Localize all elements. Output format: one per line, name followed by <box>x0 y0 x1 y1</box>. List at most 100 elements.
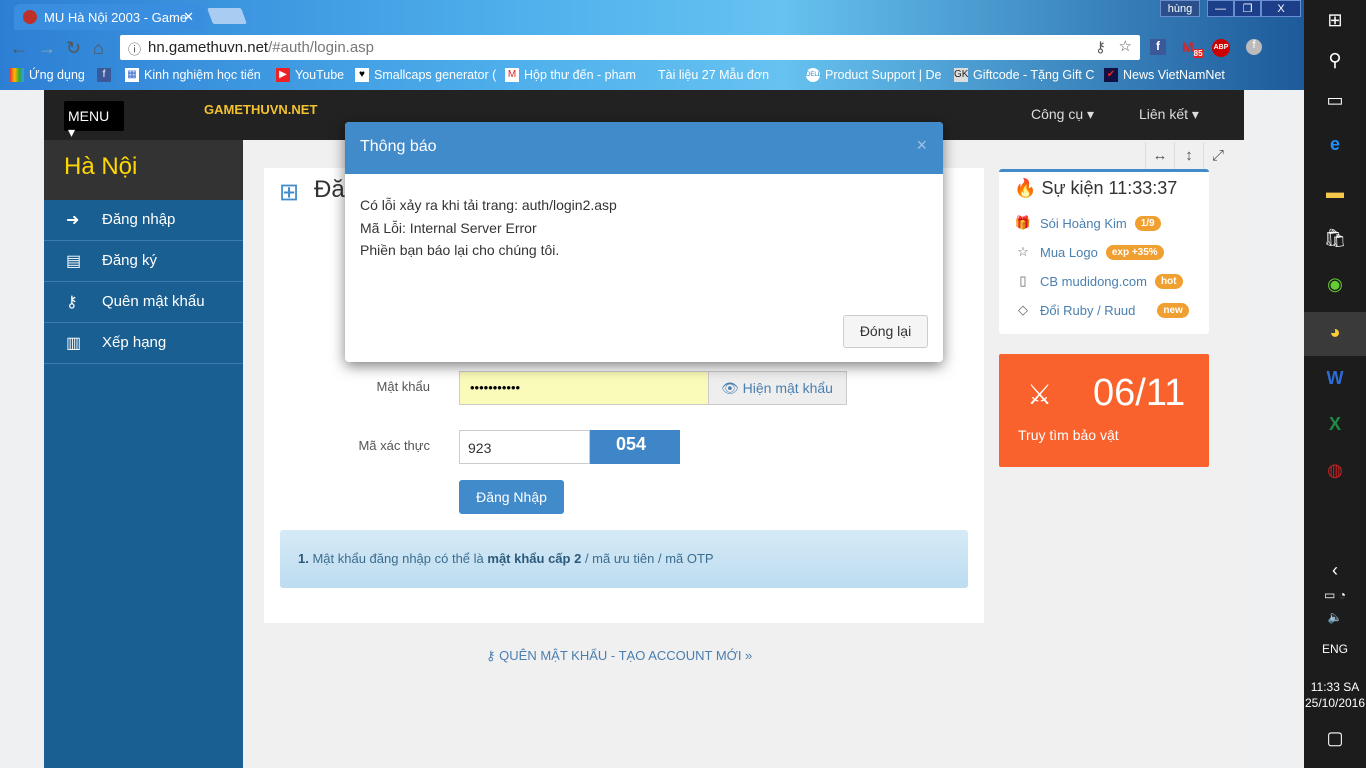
site-logo[interactable]: MU GAMETHUVN.NET <box>204 98 317 128</box>
profile-button[interactable]: hùng <box>1160 0 1200 17</box>
captcha-label: Mã xác thực <box>358 438 430 453</box>
file-icon: ▤ <box>66 253 82 270</box>
password-input[interactable]: ••••••••••• <box>459 371 709 405</box>
fullscreen-icon[interactable]: ⤢ <box>1203 142 1232 169</box>
close-button[interactable]: Đóng lại <box>843 315 928 348</box>
volume-icon[interactable]: 🔈 <box>1304 610 1366 624</box>
adblock-icon[interactable]: ABP <box>1212 39 1230 57</box>
edge-icon[interactable]: e <box>1304 134 1366 155</box>
key-icon[interactable]: ⚷ <box>1095 38 1106 56</box>
search-icon[interactable]: ⚲ <box>1304 50 1366 71</box>
bookmark-star-icon[interactable]: ☆ <box>1119 37 1132 55</box>
file-explorer-icon[interactable]: ▬ <box>1304 182 1366 203</box>
app-icon[interactable]: ◉ <box>1304 274 1366 295</box>
close-window-button[interactable]: X <box>1261 0 1301 17</box>
event-item[interactable]: ☆ Mua Logo exp +35% <box>1014 244 1164 260</box>
action-center-icon[interactable]: ▢ <box>1304 728 1366 749</box>
forgot-register-link[interactable]: ⚷ QUÊN MẬT KHẨU - TẠO ACCOUNT MỚI » <box>486 648 752 664</box>
battery-wifi-icon[interactable]: ▭ ◔ <box>1304 588 1366 602</box>
bookmark-youtube[interactable]: ▶ YouTube <box>276 66 344 84</box>
event-item[interactable]: 🎁 Sói Hoàng Kim 1/9 <box>1014 215 1161 231</box>
captcha-input[interactable]: 923 <box>459 430 590 464</box>
expand-height-icon[interactable]: ↕ <box>1174 142 1203 169</box>
bookmark-item[interactable]: ♥ Smallcaps generator ( <box>355 66 496 84</box>
reload-icon[interactable]: ↻ <box>66 38 81 59</box>
back-icon[interactable]: ← <box>10 38 28 59</box>
heart-icon: ♥ <box>355 68 369 82</box>
modal-title: Thông báo <box>360 138 437 155</box>
modal-line: Mã Lỗi: Internal Server Error <box>360 219 537 236</box>
close-icon[interactable]: × <box>916 135 927 156</box>
gift-icon: 🎁 <box>1014 215 1032 230</box>
expand-width-icon[interactable]: ↔ <box>1145 142 1174 169</box>
close-tab-icon[interactable]: ✕ <box>183 9 194 25</box>
captcha-image: 054 <box>590 430 680 464</box>
bookmark-item[interactable]: GK Giftcode - Tặng Gift C <box>954 66 1094 84</box>
bookmark-facebook[interactable]: f <box>97 66 111 84</box>
nav-links[interactable]: Liên kết ▾ <box>1139 106 1199 123</box>
bookmark-apps[interactable]: Ứng dụng <box>10 66 85 84</box>
star-icon: ☆ <box>1017 244 1029 259</box>
fire-icon: 🔥 <box>1014 178 1037 198</box>
event-item[interactable]: ▯ CB mudidong.com hot <box>1014 273 1183 289</box>
address-bar[interactable]: ⓘ hn.gamethuvn.net/#auth/login.asp ⚷ ☆ <box>120 35 1140 60</box>
sidebar-item-login[interactable]: ➜ Đăng nhập <box>44 200 243 241</box>
hunt-label: Truy tìm bảo vật <box>1018 427 1119 443</box>
menu-button[interactable]: MENU ▾ <box>64 101 124 140</box>
dell-icon: DELL <box>806 68 821 82</box>
apps-icon <box>10 68 24 82</box>
eye-icon: 👁 <box>721 380 739 396</box>
bookmark-item[interactable]: ✔ News VietNamNet <box>1104 66 1225 84</box>
modal-line: Phiền bạn báo lại cho chúng tôi. <box>360 242 560 258</box>
gk-icon: GK <box>954 68 969 82</box>
sidebar-city: Hà Nội <box>44 140 243 200</box>
bookmark-dell[interactable]: DELL Product Support | De <box>806 66 942 84</box>
sidebar-item-forgot-password[interactable]: ⚷ Quên mật khẩu <box>44 282 243 323</box>
facebook-icon: f <box>97 68 111 82</box>
sidebar-item-ranking[interactable]: ▥ Xếp hạng <box>44 323 243 364</box>
sign-in-icon: ➜ <box>66 212 80 229</box>
mobile-icon: ▯ <box>1019 273 1027 288</box>
hunt-date: 06/11 <box>1093 372 1186 414</box>
taskbar: ⊞ ⚲ ▭ e ▬ 🛍 ◉ ◕ W X ◍ ‹ ▭ ◔ 🔈 ENG 11:33 … <box>1304 0 1366 768</box>
key-icon: ⚷ <box>66 294 78 311</box>
new-tab-button[interactable] <box>207 8 247 24</box>
show-password-button[interactable]: 👁 Hiện mật khẩu <box>708 371 847 405</box>
game-icon[interactable]: ◍ <box>1304 460 1366 481</box>
sidebar-item-register[interactable]: ▤ Đăng ký <box>44 241 243 282</box>
minimize-button[interactable]: — <box>1207 0 1234 17</box>
show-hidden-icons[interactable]: ‹ <box>1304 560 1366 581</box>
start-icon[interactable]: ⊞ <box>1304 10 1366 31</box>
gmail-icon: M <box>505 68 519 82</box>
clock-date[interactable]: 25/10/2016 <box>1304 696 1366 710</box>
forward-icon[interactable]: → <box>38 38 56 59</box>
modal-line: Có lỗi xảy ra khi tải trang: auth/login2… <box>360 197 617 213</box>
bookmark-item[interactable]: Tài liệu 27 Mẫu đơn <box>658 66 769 84</box>
clock-time[interactable]: 11:33 SA <box>1304 680 1366 694</box>
word-icon[interactable]: W <box>1304 368 1366 389</box>
check-icon: ✔ <box>1104 68 1118 82</box>
home-icon[interactable]: ⌂ <box>93 38 104 59</box>
browser-tab[interactable]: MU Hà Nội 2003 - Game ✕ <box>14 4 204 30</box>
treasure-hunt-panel[interactable]: ⚔ 06/11 Truy tìm bảo vật <box>999 354 1209 467</box>
bookmark-gmail[interactable]: M Hộp thư đến - pham <box>505 66 636 84</box>
bookmark-item[interactable]: ▦ Kinh nghiệm học tiến <box>125 66 261 84</box>
language[interactable]: ENG <box>1304 642 1366 656</box>
task-view-icon[interactable]: ▭ <box>1304 90 1366 111</box>
events-title: 🔥 Sự kiện 11:33:37 <box>1014 178 1178 198</box>
info-note: 1. Mật khẩu đăng nhập có thể là mật khẩu… <box>280 530 968 588</box>
login-button[interactable]: Đăng Nhập <box>459 480 564 514</box>
excel-icon[interactable]: X <box>1304 414 1366 435</box>
restore-button[interactable]: ❐ <box>1234 0 1261 17</box>
notification-modal: Thông báo × Có lỗi xảy ra khi tải trang: … <box>345 122 943 362</box>
store-icon[interactable]: 🛍 <box>1304 228 1366 249</box>
nav-tools[interactable]: Công cụ ▾ <box>1031 106 1094 123</box>
gmail-ext-icon[interactable]: M85 <box>1182 39 1203 58</box>
extension-icon[interactable]: f <box>1246 39 1262 55</box>
chrome-icon[interactable]: ◕ <box>1304 312 1366 356</box>
facebook-ext-icon[interactable]: f <box>1150 39 1166 55</box>
favicon-icon <box>23 10 37 24</box>
youtube-icon: ▶ <box>276 68 290 82</box>
windows-icon: ⊞ <box>279 179 300 206</box>
event-item[interactable]: ◇ Đổi Ruby / Ruud new <box>1014 302 1189 318</box>
